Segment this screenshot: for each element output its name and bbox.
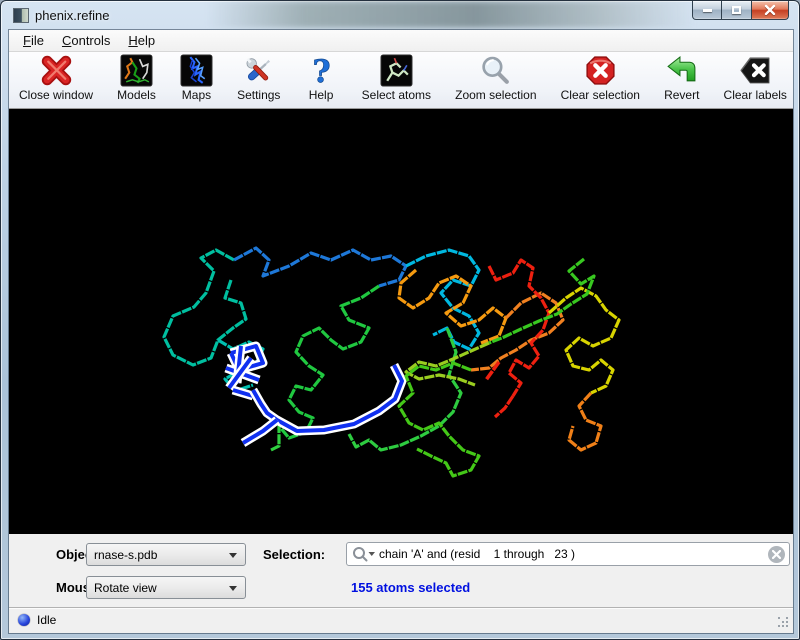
toolbar-close-window[interactable]: Close window <box>19 54 93 108</box>
caption-buttons <box>692 1 789 20</box>
mouse-dropdown[interactable]: Rotate view <box>86 576 246 599</box>
resize-grip[interactable] <box>778 617 790 629</box>
close-icon <box>764 4 776 16</box>
selection-search-field[interactable] <box>346 542 790 566</box>
models-icon <box>120 54 153 87</box>
toolbar-maps[interactable]: Maps <box>180 54 213 108</box>
toolbar-settings[interactable]: Settings <box>237 54 280 108</box>
titlebar-glass-reflection <box>206 1 696 28</box>
toolbar-help[interactable]: ? Help <box>305 54 338 108</box>
menu-file[interactable]: File <box>14 31 53 50</box>
status-bar: Idle <box>9 607 793 632</box>
toolbar-zoom-selection[interactable]: Zoom selection <box>455 54 536 108</box>
atoms-selected-text: 155 atoms selected <box>351 580 470 595</box>
control-panel: Object: rnase-s.pdb Selection: Mouse: Ro… <box>9 534 793 607</box>
select-atoms-icon <box>380 54 413 87</box>
status-text: Idle <box>37 613 56 627</box>
menu-controls[interactable]: Controls <box>53 31 119 50</box>
selection-input[interactable] <box>379 544 759 564</box>
maximize-button[interactable] <box>722 1 751 20</box>
clear-search-button[interactable] <box>768 546 785 563</box>
minimize-button[interactable] <box>692 1 722 20</box>
toolbar-revert[interactable]: Revert <box>664 54 699 108</box>
menu-bar: File Controls Help <box>9 30 793 52</box>
app-window: phenix.refine File Controls Help Close w… <box>0 0 800 640</box>
clear-selection-icon <box>584 54 617 87</box>
maps-icon <box>180 54 213 87</box>
mouse-dropdown-value: Rotate view <box>94 581 157 595</box>
molecule-trace <box>9 109 793 534</box>
menu-help[interactable]: Help <box>119 31 164 50</box>
window-content: File Controls Help Close window <box>9 30 793 633</box>
toolbar-clear-labels[interactable]: Clear labels <box>724 54 787 108</box>
clear-labels-icon <box>739 54 772 87</box>
close-window-icon <box>40 54 73 87</box>
svg-text:?: ? <box>312 54 330 87</box>
object-dropdown[interactable]: rnase-s.pdb <box>86 543 246 566</box>
help-icon: ? <box>305 54 338 87</box>
clear-search-icon <box>772 550 781 559</box>
selection-label: Selection: <box>263 547 325 562</box>
search-icon <box>352 546 376 563</box>
toolbar-models[interactable]: Models <box>117 54 156 108</box>
revert-icon <box>665 54 698 87</box>
toolbar: Close window Models <box>9 52 793 109</box>
minimize-icon <box>703 9 712 12</box>
window-title: phenix.refine <box>35 8 109 23</box>
maximize-icon <box>732 6 741 14</box>
toolbar-select-atoms[interactable]: Select atoms <box>362 54 431 108</box>
status-led-icon <box>18 614 30 626</box>
window-icon <box>13 8 29 23</box>
title-bar[interactable]: phenix.refine <box>1 1 799 30</box>
settings-icon <box>242 54 275 87</box>
close-button[interactable] <box>751 1 789 20</box>
zoom-selection-icon <box>479 54 512 87</box>
object-dropdown-value: rnase-s.pdb <box>94 548 157 562</box>
toolbar-clear-selection[interactable]: Clear selection <box>561 54 640 108</box>
molecule-viewport[interactable] <box>9 109 793 534</box>
